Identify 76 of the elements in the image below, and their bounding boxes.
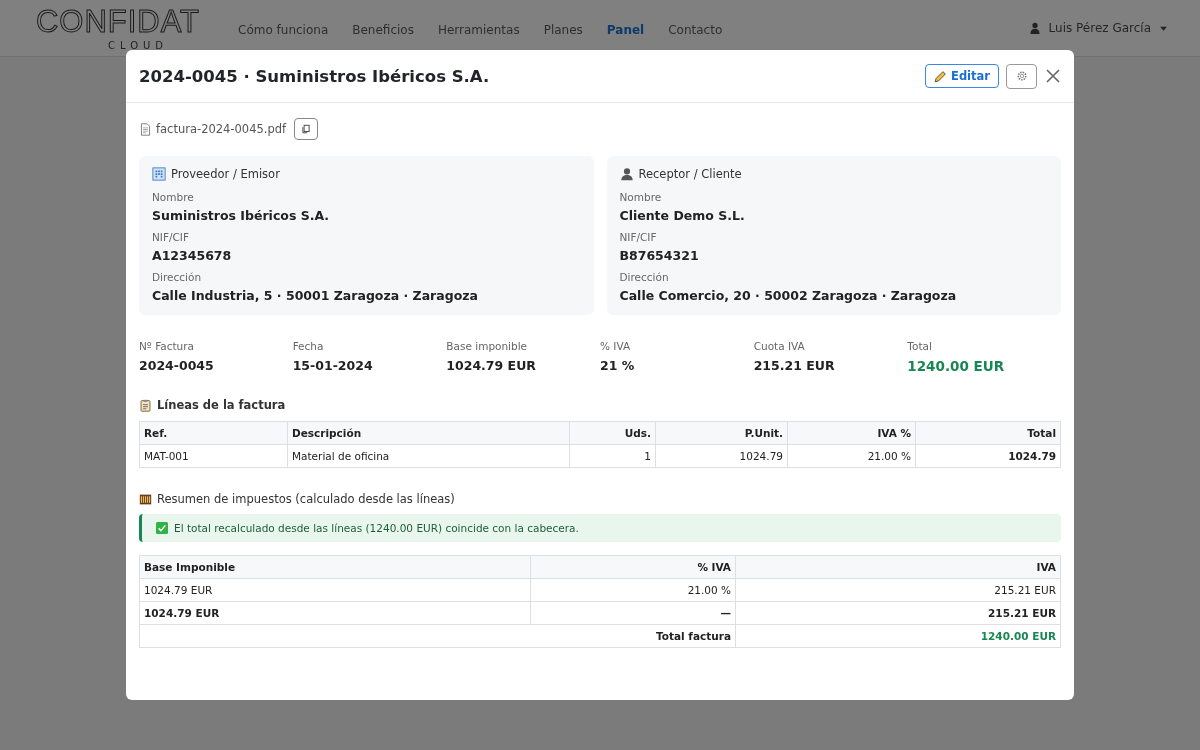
document-icon [139,122,152,136]
file-name: factura-2024-0045.pdf [156,122,287,136]
table-cell: 1024.79 [915,444,1061,468]
column-header: Descripción [287,421,570,445]
field-label: Dirección [152,271,203,283]
summary-label: Base imponible [446,340,529,352]
summary-label: Fecha [292,340,325,352]
table-cell: 1 [569,444,656,468]
clipboard-icon [139,398,152,412]
nav-link[interactable]: Cómo funciona [238,23,329,37]
field-label: Dirección [619,271,670,283]
brand-subtitle: CLOUD [107,39,169,51]
column-header: Total [915,421,1061,445]
nav-link[interactable]: Beneficios [352,23,414,37]
field-label: NIF/CIF [152,231,190,243]
field-value: Suministros Ibéricos S.A. [152,208,331,223]
column-header: Base Imponible [139,555,531,579]
table-cell: 1024.79 [655,444,788,468]
summary-value: 1240.00 EUR [907,358,1006,374]
summary-label: Total [907,340,933,352]
nav-link[interactable]: Panel [606,23,645,37]
field-value: A12345678 [152,248,233,263]
field-label: Nombre [619,191,663,203]
building-icon [152,167,166,181]
column-header: Ref. [139,421,288,445]
person-icon [619,167,634,181]
table-cell: — [530,601,736,625]
copy-icon [301,124,312,134]
field-value: B87654321 [619,248,700,263]
table-cell: 1024.79 EUR [139,601,531,625]
summary-value: 215.21 EUR [753,358,836,373]
column-header: Uds. [569,421,656,445]
user-menu[interactable]: Luis Pérez García [1048,21,1151,35]
field-label: Nombre [152,191,195,203]
settings-button[interactable] [1006,63,1037,89]
alert-text: El total recalculado desde las líneas (1240.00 EUR) coincide con la cabecera. [174,522,579,534]
table-cell: 215.21 EUR [735,578,1061,602]
close-button[interactable] [1045,68,1061,84]
section-title: Líneas de la factura [157,398,286,412]
dialog-title: 2024-0045 · Suministros Ibéricos S.A. [139,66,490,86]
summary-label: Cuota IVA [753,340,806,352]
card-title: Receptor / Cliente [638,167,742,181]
summary-value: 15-01-2024 [292,358,374,373]
nav-link[interactable]: Contacto [668,23,723,37]
column-header: % IVA [530,555,736,579]
check-icon [156,522,168,534]
copy-button[interactable] [294,118,319,140]
column-header: IVA % [787,421,916,445]
table-cell: Material de oficina [287,444,570,468]
card-title: Proveedor / Emisor [171,167,280,181]
nav-link[interactable]: Planes [543,23,583,37]
table-cell: 1240.00 EUR [735,624,1061,648]
summary-value: 1024.79 EUR [446,358,537,373]
summary-value: 21 % [600,358,636,373]
table-cell: 215.21 EUR [735,601,1061,625]
brand-logo[interactable]: CONFIDAT [35,5,201,37]
table-cell: 1024.79 EUR [139,578,531,602]
nav-link[interactable]: Herramientas [437,23,520,37]
summary-label: % IVA [600,340,632,352]
column-header: IVA [735,555,1061,579]
summary-value: 2024-0045 [139,358,215,373]
section-title: Resumen de impuestos (calculado desde las líneas) [157,492,455,506]
field-value: Calle Industria, 5 · 50001 Zaragoza · Zaragoza [152,288,479,303]
table-cell: 21.00 % [530,578,736,602]
settings-icon [1015,70,1028,82]
field-value: Cliente Demo S.L. [619,208,746,223]
user-icon [1028,22,1041,34]
table-cell: MAT-001 [139,444,288,468]
edit-button[interactable]: Editar [925,64,999,88]
summary-label: Nº Factura [139,340,195,352]
column-header: P.Unit. [655,421,788,445]
field-label: NIF/CIF [619,231,658,243]
field-value: Calle Comercio, 20 · 50002 Zaragoza · Zaragoza [619,288,958,303]
table-cell: 21.00 % [787,444,916,468]
table-cell: Total factura [139,624,736,648]
pencil-icon [934,69,948,83]
